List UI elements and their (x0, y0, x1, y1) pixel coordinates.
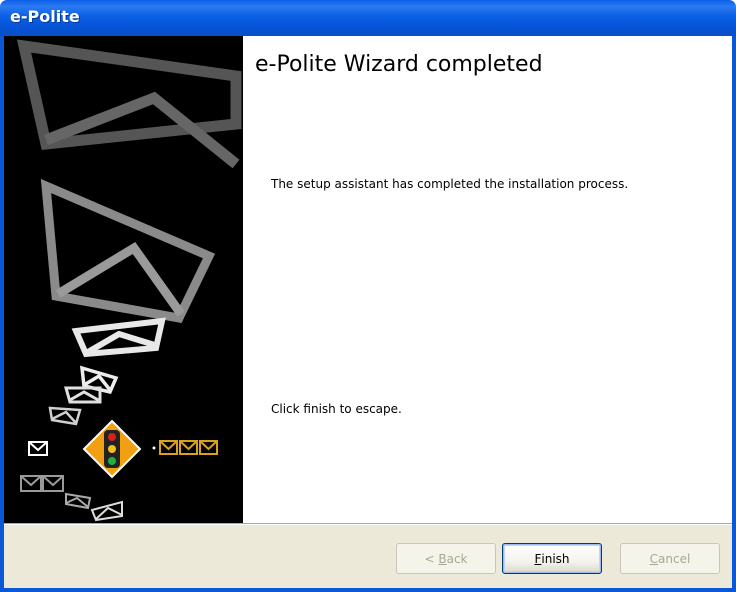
wizard-content: e-Polite Wizard completed The setup assi… (243, 36, 732, 523)
dot-icon (152, 446, 156, 450)
envelope-icon (40, 178, 216, 324)
window-frame-right (732, 36, 736, 588)
window-frame-bottom (0, 588, 736, 592)
envelope-icon (16, 39, 242, 169)
flying-envelopes-graphic (16, 39, 242, 522)
cancel-button[interactable]: Cancel (620, 543, 720, 574)
wizard-window: e-Polite e-Polite Wizard completed The s… (0, 0, 736, 592)
finish-button-label: inish (541, 551, 570, 566)
back-button[interactable]: < Back (396, 543, 496, 574)
finish-button[interactable]: Finish (502, 543, 602, 574)
title-bar[interactable]: e-Polite (0, 0, 736, 36)
envelope-icon (65, 492, 92, 510)
envelope-icon (159, 440, 218, 455)
back-button-label: ack (446, 551, 468, 566)
cancel-button-label: ancel (658, 551, 691, 566)
back-button-arrow: < (424, 551, 435, 566)
page-title: e-Polite Wizard completed (255, 52, 543, 77)
button-bar: < Back Finish Cancel (4, 525, 732, 588)
envelope-icon (48, 406, 82, 426)
wizard-side-graphic (4, 36, 243, 523)
envelope-icon (90, 500, 123, 522)
back-button-accelerator: B (438, 551, 447, 566)
envelope-icon (28, 441, 48, 456)
window-title: e-Polite (10, 7, 80, 26)
completion-message: The setup assistant has completed the in… (271, 177, 629, 191)
envelope-icon (20, 475, 64, 492)
finish-instruction: Click finish to escape. (271, 402, 402, 416)
cancel-button-accelerator: C (649, 551, 659, 566)
traffic-light-icon (82, 419, 142, 479)
finish-button-accelerator: F (534, 551, 542, 566)
envelope-icon (71, 317, 166, 358)
